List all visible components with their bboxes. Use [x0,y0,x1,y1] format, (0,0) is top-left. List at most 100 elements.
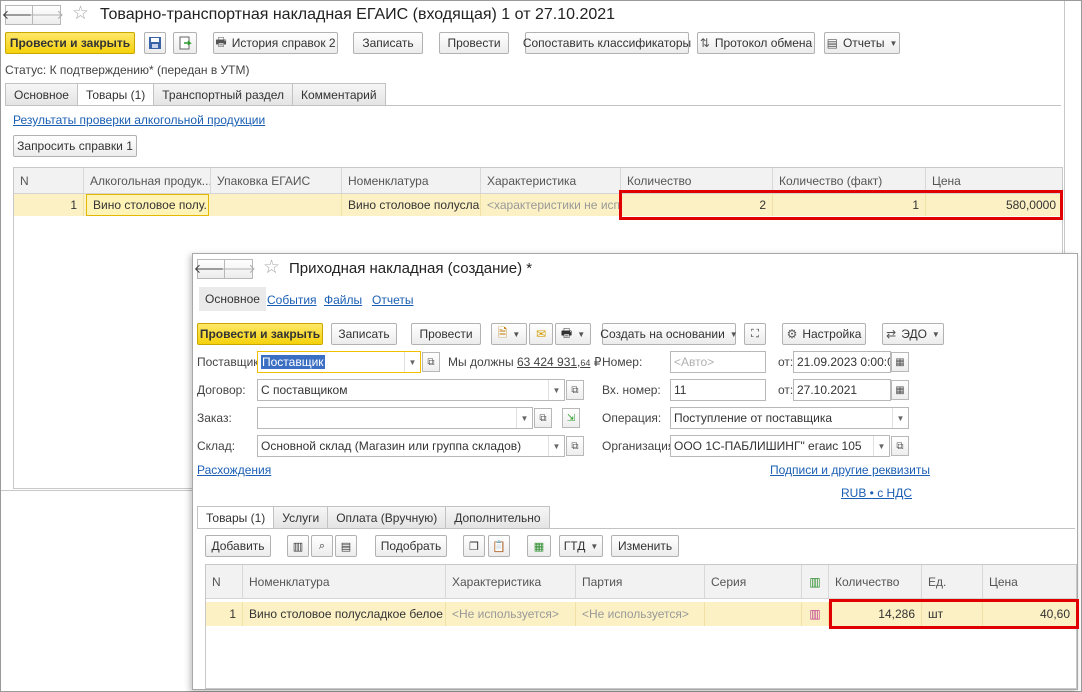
tab-goods-2[interactable]: Товары (1) [197,506,275,529]
chevron-down-icon[interactable]: ▼ [548,436,564,456]
envelope-icon[interactable]: ✉ [529,323,553,345]
document-export-icon[interactable] [173,32,197,54]
tab-main[interactable]: Основное [5,83,78,105]
contract-label: Договор: [197,383,246,397]
organization-field[interactable]: ООО 1С-ПАБЛИШИНГ" егаис 105 ▼ [670,435,890,457]
calendar-icon[interactable]: ▦ [891,352,909,372]
toptab-files[interactable]: Файлы [324,293,362,307]
copy-icon[interactable]: ❐ [463,535,485,557]
settings-button[interactable]: ⚙ Настройка [782,323,866,345]
structure-icon[interactable]: ⛶ [744,323,766,345]
cell-nomenclature-2: Вино столовое полусладкое белое "... [243,602,446,626]
operation-label: Операция: [602,411,662,425]
in-date-field[interactable]: 27.10.2021 [793,379,891,401]
open-supplier-icon[interactable]: ⧉ [422,352,440,372]
save-button-2[interactable]: Записать [331,323,397,345]
barcode-search-icon[interactable]: ▤ [335,535,357,557]
win1-tabs: Основное Товары (1) Транспортный раздел … [5,83,386,106]
cell-batch: <Не используется> [576,602,705,626]
contract-field[interactable]: С поставщиком ▼ [257,379,565,401]
open-contract-icon[interactable]: ⧉ [566,380,584,400]
signatures-link[interactable]: Подписи и другие реквизиты [770,463,930,477]
change-button[interactable]: Изменить [611,535,679,557]
history-button[interactable]: 🖶 История справок 2 [213,32,338,54]
toptab-main[interactable]: Основное [199,287,266,311]
favorite-star-icon[interactable]: ☆ [263,258,280,278]
scanner-icon[interactable]: ⌕ [311,535,333,557]
add-button[interactable]: Добавить [205,535,271,557]
debt-amount-frac: 64 [580,358,591,368]
forward-arrow-icon[interactable]: 🡒 [29,5,64,25]
supplier-value: Поставщик [261,355,325,369]
gear-icon: ⚙ [786,327,798,341]
open-organization-icon[interactable]: ⧉ [891,436,909,456]
cell-nomenclature: Вино столовое полусла... [342,194,481,216]
debt-amount-link[interactable]: 63 424 931,64 [517,355,590,369]
post-and-close-button[interactable]: Провести и закрыть [5,32,135,54]
chevron-down-icon[interactable]: ▼ [892,408,908,428]
number-field[interactable]: <Авто> [670,351,766,373]
col-batch: Партия [576,565,705,598]
post-button[interactable]: Провести [439,32,509,54]
tab-payment[interactable]: Оплата (Вручную) [327,506,447,528]
highlight-frame-egais [619,190,1063,220]
save-disk-icon[interactable] [144,32,166,54]
barcode-icon[interactable]: ▥ [287,535,309,557]
tab-additional[interactable]: Дополнительно [445,506,550,528]
col-characteristic: Характеристика [481,168,621,193]
col-flag: ▥ [802,565,829,598]
favorite-star-icon[interactable]: ☆ [72,4,89,24]
grid-column-icon: ▥ [809,574,821,589]
create-based-on-button[interactable]: Создать на основании ▼ [600,323,738,345]
cell-alcohol-product[interactable]: Вино столовое полу... [86,194,209,216]
chevron-down-icon[interactable]: ▼ [548,380,564,400]
request-certificates-button[interactable]: Запросить справки 1 [13,135,137,157]
tab-transport[interactable]: Транспортный раздел [153,83,293,105]
calendar-icon[interactable]: ▦ [891,380,909,400]
discrepancy-link[interactable]: Расхождения [197,463,271,477]
operation-field[interactable]: Поступление от поставщика ▼ [670,407,909,429]
chevron-down-icon[interactable]: ▼ [873,436,889,456]
fill-order-icon[interactable]: ⇲ [562,408,580,428]
tab-comment[interactable]: Комментарий [292,83,386,105]
in-number-field[interactable]: 11 [670,379,766,401]
save-button[interactable]: Записать [353,32,423,54]
gtd-dropdown-button[interactable]: ГТД ▼ [559,535,603,557]
reports-dropdown-button[interactable]: ▤ Отчеты ▼ [824,32,900,54]
paste-icon[interactable]: 📋 [488,535,510,557]
organization-label: Организация: [602,439,678,453]
post-and-close-button-2[interactable]: Провести и закрыть [197,323,323,345]
chevron-down-icon[interactable]: ▼ [516,408,532,428]
exchange-protocol-button[interactable]: ⇅ Протокол обмена [697,32,815,54]
forward-arrow-icon[interactable]: 🡒 [221,259,256,279]
match-classifiers-button[interactable]: Сопоставить классификаторы [523,32,691,54]
toptab-reports[interactable]: Отчеты [372,293,413,307]
tab-services[interactable]: Услуги [273,506,329,528]
document-dropdown-button[interactable]: 🗎 ▼ [491,323,527,345]
status-text: Статус: К подтверждению* (передан в УТМ) [5,63,250,77]
alcohol-check-results-link[interactable]: Результаты проверки алкогольной продукци… [13,113,265,127]
print-dropdown-button[interactable]: 🖶 ▼ [555,323,591,345]
edo-dropdown-button[interactable]: ⇄ ЭДО ▼ [882,323,944,345]
table-header-2: N Номенклатура Характеристика Партия Сер… [206,565,1076,599]
table-icon[interactable]: ▦ [527,535,551,557]
currency-vat-link[interactable]: RUB • с НДС [841,486,912,500]
order-field[interactable]: ▼ [257,407,533,429]
col-quantity-2: Количество [829,565,922,598]
open-order-icon[interactable]: ⧉ [534,408,552,428]
pick-button[interactable]: Подобрать [375,535,447,557]
col-alcohol-product: Алкогольная продук... [84,168,211,193]
toptab-events[interactable]: События [267,293,317,307]
printer-icon: 🖶 [215,34,227,49]
chevron-down-icon[interactable]: ▼ [404,352,420,372]
gtd-label: ГТД [563,539,586,553]
window-title: Товарно-транспортная накладная ЕГАИС (вх… [100,6,616,23]
post-button-2[interactable]: Провести [411,323,481,345]
supplier-field[interactable]: Поставщик ▼ [257,351,421,373]
tab-goods[interactable]: Товары (1) [76,83,155,106]
incoming-invoice-window: 🡐 🡒 ☆ Приходная накладная (создание) * О… [192,253,1079,690]
chevron-down-icon: ▼ [512,329,521,339]
date-field[interactable]: 21.09.2023 0:00:00 [793,351,891,373]
warehouse-field[interactable]: Основной склад (Магазин или группа склад… [257,435,565,457]
open-warehouse-icon[interactable]: ⧉ [566,436,584,456]
